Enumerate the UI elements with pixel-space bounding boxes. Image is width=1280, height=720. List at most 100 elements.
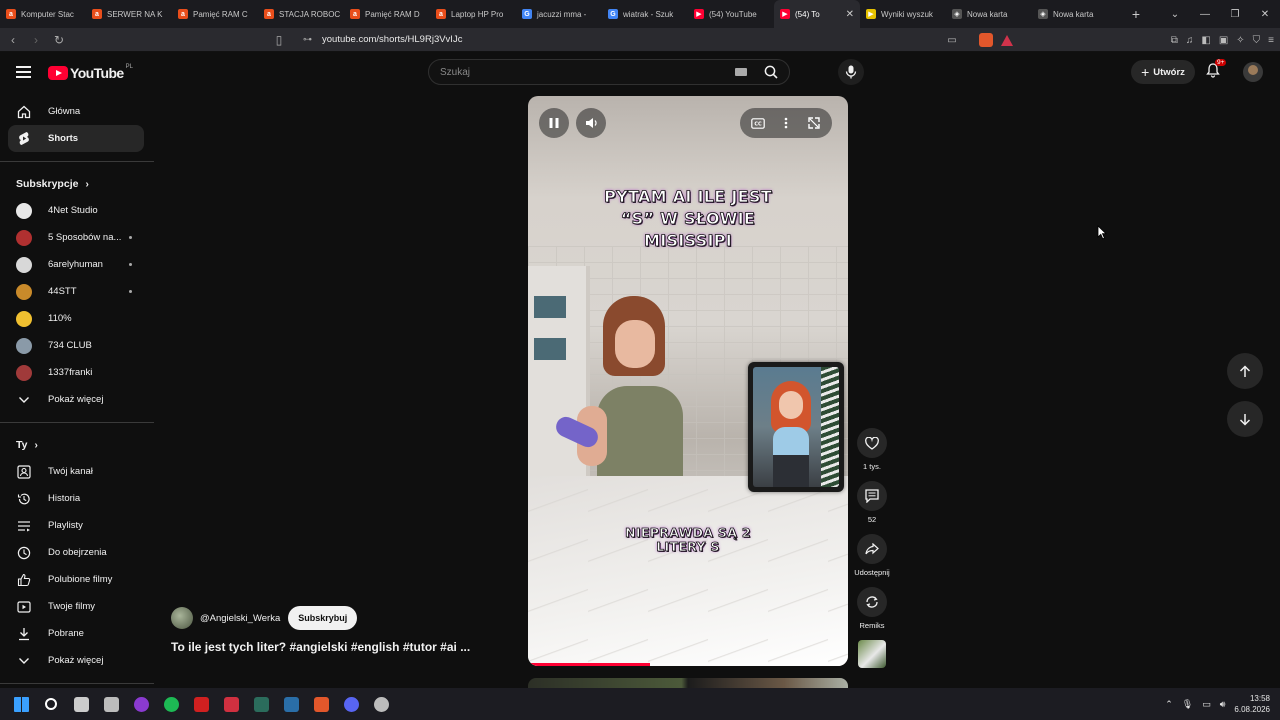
browser-tab[interactable]: Gjacuzzi mma - [516, 0, 602, 28]
browser-tab[interactable]: ◈ Nowa karta [1032, 0, 1118, 28]
sidebar-item[interactable]: Polubione filmy [0, 566, 154, 593]
sidebar-toggle-icon[interactable]: ◧ [1201, 35, 1210, 46]
clock[interactable]: 13:58 6.08.2026 [1234, 693, 1270, 715]
browser-tab[interactable]: a SERWER NA K [86, 0, 172, 28]
sidebar-item[interactable]: Twoje filmy [0, 593, 154, 620]
voice-search-button[interactable] [838, 59, 864, 85]
you-heading[interactable]: Ty › [0, 432, 154, 458]
video-title[interactable]: To ile jest tych liter? #angielski #engl… [171, 640, 470, 654]
close-window-button[interactable]: ✕ [1250, 9, 1280, 20]
extensions-icon[interactable]: ⧉ [1171, 35, 1178, 46]
sidebar-item[interactable]: Pobrane [0, 620, 154, 647]
sidebar-item[interactable]: Główna [0, 98, 154, 125]
subscription-item[interactable]: 110% [0, 305, 154, 332]
fullscreen-button[interactable] [802, 111, 826, 135]
sound-thumbnail[interactable] [858, 640, 886, 668]
video-progress-bar[interactable] [528, 663, 848, 666]
subscriptions-heading[interactable]: Subskrypcje › [0, 171, 154, 197]
browser-tab[interactable]: a Pamięć RAM D [344, 0, 430, 28]
wallet-icon[interactable]: ▣ [1219, 35, 1228, 46]
network-icon[interactable]: ▭ [1202, 699, 1211, 710]
subscription-item[interactable]: 44STT [0, 278, 154, 305]
channel-avatar[interactable] [171, 607, 193, 629]
more-options-button[interactable] [774, 111, 798, 135]
browser-tab[interactable]: ▶ Wyniki wyszuk [860, 0, 946, 28]
file-explorer-button[interactable] [66, 688, 96, 720]
app-purple-button[interactable] [126, 688, 156, 720]
create-button[interactable]: + Utwórz [1131, 60, 1195, 84]
show-more-subscriptions[interactable]: Pokaż więcej [0, 386, 154, 413]
search-input[interactable]: Szukaj [440, 67, 470, 78]
start-button[interactable] [6, 688, 36, 720]
subscription-item[interactable]: 4Net Studio [0, 197, 154, 224]
browser-tab[interactable]: Gwiatrak - Szuk [602, 0, 688, 28]
account-avatar[interactable] [1243, 62, 1263, 82]
like-button[interactable] [857, 428, 887, 458]
remix-button[interactable] [857, 587, 887, 617]
show-more-you[interactable]: Pokaż więcej [0, 647, 154, 674]
discord-button[interactable] [336, 688, 366, 720]
search-box[interactable]: Szukaj [428, 59, 790, 85]
shorts-video-player[interactable]: PYTAM AI ILE JEST “S” W SŁOWIE MISISSIPI… [528, 96, 848, 666]
media-icon[interactable]: ♫ [1186, 35, 1194, 46]
browser-menu-icon[interactable]: ≡ [1268, 35, 1274, 46]
subscription-item[interactable]: 1337franki [0, 359, 154, 386]
tab-list-icon[interactable]: ⌄ [1160, 9, 1190, 20]
youtube-logo[interactable]: YouTube PL [48, 64, 133, 81]
captions-button[interactable]: CC [746, 111, 770, 135]
subscription-item[interactable]: 6arelyhuman [0, 251, 154, 278]
subscription-item[interactable]: 734 CLUB [0, 332, 154, 359]
search-button[interactable] [36, 688, 66, 720]
browser-tab[interactable]: a STACJA ROBOC [258, 0, 344, 28]
keyboard-icon[interactable] [735, 68, 747, 76]
browser-tab[interactable]: a Pamięć RAM C [172, 0, 258, 28]
browser-tab[interactable]: ▶ (54) To ✕ [774, 0, 860, 28]
app-dark-button[interactable] [246, 688, 276, 720]
steam-button[interactable] [276, 688, 306, 720]
brave-rewards-icon[interactable] [1000, 34, 1013, 46]
brave-button[interactable] [306, 688, 336, 720]
sidebar-item[interactable]: Twój kanał [0, 458, 154, 485]
brave-shields-icon[interactable] [978, 33, 993, 47]
browser-tab[interactable]: ▶ (54) YouTube [688, 0, 774, 28]
browser-tab[interactable]: ◈ Nowa karta [946, 0, 1032, 28]
reload-button[interactable]: ↻ [49, 33, 69, 47]
share-button[interactable] [857, 534, 887, 564]
forward-button[interactable]: › [26, 33, 46, 47]
subscribe-button[interactable]: Subskrybuj [288, 606, 358, 630]
sidebar-item[interactable]: Shorts [8, 125, 144, 152]
tray-mic-icon[interactable]: 🎙︎ [1182, 699, 1193, 710]
subscription-item[interactable]: 5 Sposobów na... [0, 224, 154, 251]
close-tab-icon[interactable]: ✕ [846, 9, 854, 20]
browser-tab[interactable]: a Laptop HP Pro [430, 0, 516, 28]
guide-menu-icon[interactable] [16, 66, 31, 78]
next-short-button[interactable] [1227, 401, 1263, 437]
new-tab-button[interactable]: + [1124, 6, 1148, 22]
maximize-button[interactable]: ❐ [1220, 9, 1250, 20]
sidebar-item[interactable]: Playlisty [0, 512, 154, 539]
mute-button[interactable] [576, 108, 606, 138]
tray-overflow-icon[interactable]: ⌃ [1165, 699, 1173, 710]
volume-tray-icon[interactable]: 🔊︎ [1220, 699, 1226, 710]
leo-ai-icon[interactable]: ✧ [1236, 35, 1244, 46]
sidebar-item[interactable]: Historia [0, 485, 154, 512]
channel-handle[interactable]: @Angielski_Werka [200, 613, 280, 624]
app-button[interactable] [96, 688, 126, 720]
previous-short-button[interactable] [1227, 353, 1263, 389]
site-info-icon[interactable]: ⊶ [303, 34, 312, 45]
app-red-button[interactable] [186, 688, 216, 720]
vpn-icon[interactable]: ⛉ [1253, 35, 1261, 46]
app-red2-button[interactable] [216, 688, 246, 720]
search-button[interactable] [753, 60, 789, 84]
back-button[interactable]: ‹ [3, 33, 23, 47]
browser-tab[interactable]: a Komputer Stac [0, 0, 86, 28]
bookmark-icon[interactable]: ▯ [269, 33, 289, 47]
minimize-button[interactable]: — [1190, 9, 1220, 20]
cast-icon[interactable]: ▭ [947, 35, 956, 46]
sidebar-item[interactable]: Do obejrzenia [0, 539, 154, 566]
url-field[interactable]: ⊶ youtube.com/shorts/HL9Rj3VvIJc [303, 34, 462, 45]
comments-button[interactable] [857, 481, 887, 511]
pause-button[interactable] [539, 108, 569, 138]
app-gray-button[interactable] [366, 688, 396, 720]
spotify-button[interactable] [156, 688, 186, 720]
